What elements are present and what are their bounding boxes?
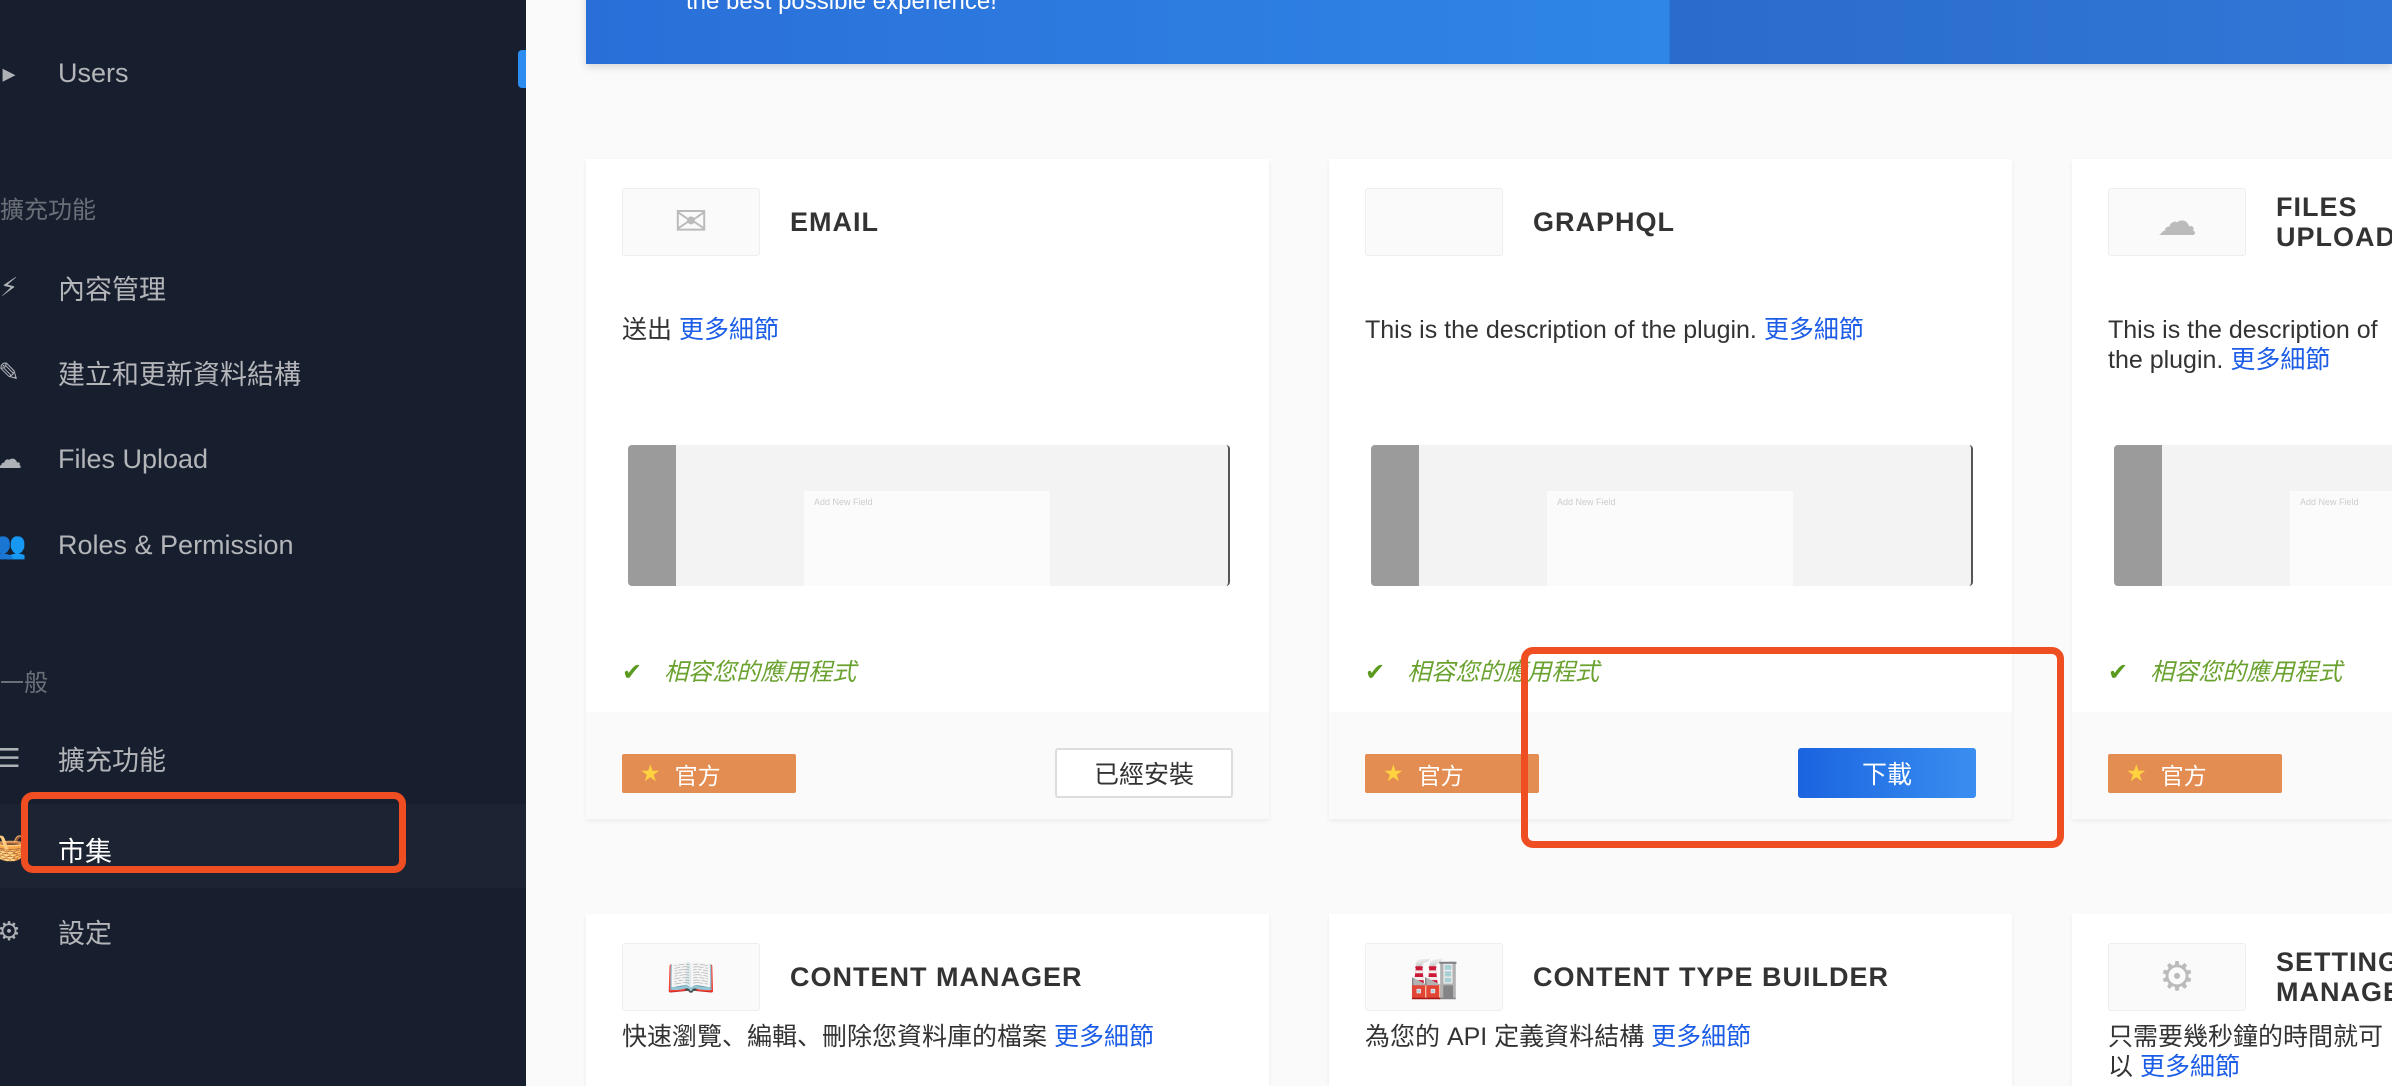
banner-text: the best possible experience! — [686, 0, 997, 15]
more-details-link[interactable]: 更多細節 — [1651, 1023, 1751, 1051]
sidebar-item-content-type-builder[interactable]: ✎ 建立和更新資料結構 — [0, 342, 526, 402]
preview-text: Add New Field — [2300, 497, 2359, 507]
plugin-title: SETTINGS MANAGER — [2276, 947, 2392, 1007]
more-details-link[interactable]: 更多細節 — [2140, 1053, 2240, 1081]
gear-icon: ⚙ — [0, 915, 21, 946]
card-footer: ★ 官方 — [2072, 712, 2392, 819]
description-text: 送出 — [622, 316, 673, 344]
official-label: 官方 — [2160, 762, 2207, 789]
book-icon: 📖 — [622, 943, 760, 1011]
users-icon: 👥 — [0, 529, 27, 560]
plugin-description: 送出 更多細節 — [622, 315, 779, 345]
compatible-status: ✔ 相容您的應用程式 — [622, 652, 856, 687]
official-badge: ★ 官方 — [1365, 754, 1539, 793]
sidebar-item-settings[interactable]: ⚙ 設定 — [0, 901, 526, 961]
caret-right-icon: ▸ — [2, 57, 16, 88]
sidebar-item-plugins[interactable]: ☰ 擴充功能 — [0, 728, 526, 788]
plugin-preview-image: Add New Field — [628, 445, 1230, 586]
star-icon: ★ — [2126, 760, 2147, 786]
description-text: This is the description of the plugin. — [1365, 316, 1757, 344]
star-icon: ★ — [1383, 760, 1404, 786]
compatible-text: 相容您的應用程式 — [2150, 659, 2343, 686]
plugin-description: This is the description of the plugin. 更… — [2108, 315, 2392, 375]
plugin-description: 只需要幾秒鐘的時間就可以 更多細節 — [2108, 1022, 2392, 1082]
sidebar-item-content-manager[interactable]: ⚡ 內容管理 — [0, 257, 526, 317]
description-text: 為您的 API 定義資料結構 — [1365, 1023, 1645, 1051]
check-icon: ✔ — [622, 659, 643, 686]
plugin-preview-image: Add New Field — [2114, 445, 2392, 586]
description-text: 快速瀏覽、編輯、刪除您資料庫的檔案 — [622, 1023, 1048, 1051]
plugin-title: CONTENT MANAGER — [790, 962, 1083, 992]
official-label: 官方 — [1417, 762, 1464, 789]
compatible-text: 相容您的應用程式 — [664, 659, 857, 686]
preview-text: Add New Field — [1557, 497, 1616, 507]
sidebar-item-roles-permission[interactable]: 👥 Roles & Permission — [0, 515, 526, 575]
plugin-description: This is the description of the plugin. 更… — [1365, 315, 1864, 345]
preview-text: Add New Field — [814, 497, 873, 507]
sidebar-item-label: Files Upload — [58, 443, 209, 474]
sidebar-item-label: Roles & Permission — [58, 529, 294, 560]
plugin-description: 為您的 API 定義資料結構 更多細節 — [1365, 1022, 1751, 1052]
check-icon: ✔ — [2108, 659, 2129, 686]
card-footer: ★ 官方 已經安裝 — [586, 712, 1269, 819]
installed-button[interactable]: 已經安裝 — [1055, 748, 1233, 798]
sidebar-item-files-upload[interactable]: ☁ Files Upload — [0, 429, 526, 489]
official-badge: ★ 官方 — [622, 754, 796, 793]
plugin-card: ✉ EMAIL 送出 更多細節 Add New Field ✔ 相容您的應用程式 ★… — [586, 159, 1269, 819]
cloud-upload-icon: ☁ — [0, 443, 22, 474]
more-details-link[interactable]: 更多細節 — [2230, 346, 2330, 374]
official-badge: ★ 官方 — [2108, 754, 2282, 793]
paint-brush-icon: ✎ — [0, 356, 20, 387]
blank-icon — [1365, 188, 1503, 256]
more-details-link[interactable]: 更多細節 — [679, 316, 779, 344]
sidebar-item-label: 擴充功能 — [58, 745, 166, 776]
plugin-description: 快速瀏覽、編輯、刪除您資料庫的檔案 更多細節 — [622, 1022, 1154, 1052]
sidebar-item-label: 內容管理 — [58, 274, 166, 305]
list-icon: ☰ — [0, 742, 21, 773]
more-details-link[interactable]: 更多細節 — [1054, 1023, 1154, 1051]
plugin-card: 📖 CONTENT MANAGER 快速瀏覽、編輯、刪除您資料庫的檔案 更多細節 — [586, 914, 1269, 1086]
highlight-marketplace — [21, 792, 406, 873]
plugin-title: GRAPHQL — [1533, 207, 1675, 237]
sidebar-item-label: 建立和更新資料結構 — [58, 359, 301, 390]
plugin-title: CONTENT TYPE BUILDER — [1533, 962, 1890, 992]
plug-icon: ⚡ — [0, 271, 19, 302]
sidebar-section-plugins: 擴充功能 — [0, 197, 96, 224]
gears-icon: ⚙ — [2108, 943, 2246, 1011]
sidebar-item-label: 設定 — [58, 918, 112, 949]
highlight-download — [1521, 647, 2064, 848]
plugin-card: ☁ FILES UPLOAD This is the description o… — [2072, 159, 2392, 819]
plugin-title: FILES UPLOAD — [2276, 192, 2392, 252]
sidebar: ▸ Users 擴充功能 ⚡ 內容管理 ✎ 建立和更新資料結構 ☁ Files Uplo… — [0, 0, 526, 1086]
sidebar-section-general: 一般 — [0, 670, 48, 697]
cloud-upload-icon: ☁ — [2108, 188, 2246, 256]
plugin-title: EMAIL — [790, 207, 879, 237]
sidebar-item-users[interactable]: ▸ Users — [0, 43, 526, 103]
star-icon: ★ — [640, 760, 661, 786]
factory-icon: 🏭 — [1365, 943, 1503, 1011]
check-icon: ✔ — [1365, 659, 1386, 686]
envelope-icon: ✉ — [622, 188, 760, 256]
sidebar-item-label: Users — [58, 57, 129, 88]
more-details-link[interactable]: 更多細節 — [1764, 316, 1864, 344]
official-label: 官方 — [674, 762, 721, 789]
plugin-preview-image: Add New Field — [1371, 445, 1973, 586]
plugin-card: ⚙ SETTINGS MANAGER 只需要幾秒鐘的時間就可以 更多細節 — [2072, 914, 2392, 1086]
plugin-card: 🏭 CONTENT TYPE BUILDER 為您的 API 定義資料結構 更多… — [1329, 914, 2012, 1086]
info-banner: the best possible experience! — [586, 0, 2392, 64]
compatible-status: ✔ 相容您的應用程式 — [2108, 652, 2342, 687]
